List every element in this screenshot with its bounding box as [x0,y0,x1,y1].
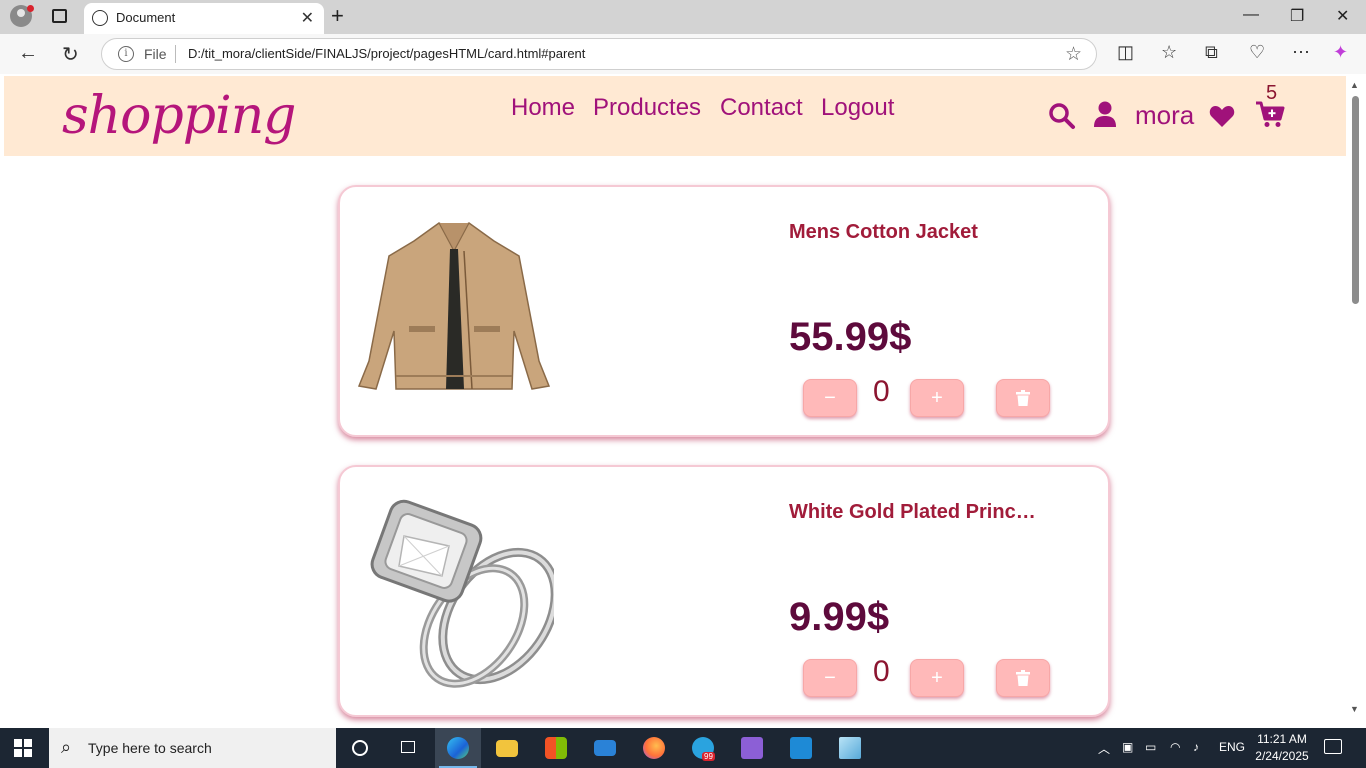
product-price: 9.99$ [789,595,890,639]
site-logo[interactable]: shopping [62,86,296,146]
scroll-thumb[interactable] [1352,96,1359,304]
volume-icon[interactable]: ♪ [1193,740,1199,754]
product-price: 55.99$ [789,315,912,359]
nav-link-contact[interactable]: Contact [720,94,803,122]
copilot-icon[interactable]: ✦ [1333,42,1348,63]
split-screen-icon[interactable]: ◫ [1117,42,1134,63]
collections-icon[interactable]: ⧉ [1205,42,1218,63]
task-view-icon[interactable] [385,728,431,768]
notepad-icon[interactable] [827,728,873,768]
notification-center-icon[interactable] [1324,739,1342,754]
nav-link-logout[interactable]: Logout [821,94,894,122]
nav-link-productes[interactable]: Productes [593,94,701,122]
close-window-icon[interactable]: ✕ [1336,6,1349,26]
decrease-quantity-button[interactable]: − [803,659,857,697]
quantity-value: 0 [873,375,890,408]
taskbar-search-box[interactable]: ⌕ Type here to search [49,728,336,768]
tab-actions-icon[interactable] [52,9,67,23]
page-viewport: shopping Home Productes Contact Logout m… [0,74,1366,728]
increase-quantity-button[interactable]: + [910,379,964,417]
windows-taskbar: ⌕ Type here to search 99 ︿ ▣ ▭ ◠ ♪ ENG 1… [0,728,1366,768]
product-title: Mens Cotton Jacket [789,221,978,243]
product-title: White Gold Plated Princ… [789,501,1036,523]
decrease-quantity-button[interactable]: − [803,379,857,417]
restore-icon[interactable]: ❐ [1290,6,1304,26]
search-icon: ⌕ [61,737,72,757]
info-icon[interactable]: i [118,46,134,62]
close-tab-icon[interactable]: ✕ [301,8,314,28]
more-menu-icon[interactable]: ⋯ [1292,42,1310,63]
language-indicator[interactable]: ENG [1219,740,1245,754]
site-header: shopping Home Productes Contact Logout m… [4,76,1346,156]
url-text[interactable]: D:/tit_mora/clientSide/FINALJS/project/p… [188,46,585,61]
heart-icon[interactable] [1209,104,1235,128]
store-icon[interactable] [533,728,579,768]
mail-icon[interactable] [582,728,628,768]
telegram-badge: 99 [702,752,715,761]
profile-notification-dot [27,5,34,12]
scroll-up-arrow-icon[interactable]: ▲ [1350,80,1359,90]
battery-icon[interactable]: ▭ [1145,740,1156,754]
favorite-star-icon[interactable]: ☆ [1065,43,1082,66]
search-icon[interactable] [1048,102,1076,130]
delete-item-button[interactable] [996,659,1050,697]
product-image-jacket[interactable] [354,211,554,411]
wifi-icon[interactable]: ◠ [1170,740,1180,754]
increase-quantity-button[interactable]: + [910,659,964,697]
reload-icon[interactable]: ↻ [62,42,79,67]
cart-item-card: Mens Cotton Jacket 55.99$ − 0 + [338,185,1110,437]
browser-essentials-icon[interactable]: ♡ [1249,42,1265,63]
favorites-icon[interactable]: ☆ [1161,42,1177,63]
cart-icon[interactable] [1255,100,1285,128]
plus-icon: + [931,667,943,689]
visual-studio-icon[interactable] [729,728,775,768]
user-icon[interactable] [1093,100,1117,128]
minimize-icon[interactable]: — [1243,6,1259,24]
show-hidden-icons-icon[interactable]: ︿ [1098,740,1110,757]
url-field[interactable]: i File D:/tit_mora/clientSide/FINALJS/pr… [101,38,1097,70]
scroll-down-arrow-icon[interactable]: ▼ [1350,704,1359,714]
vscode-icon[interactable] [778,728,824,768]
browser-tab-bar: Document ✕ + — ❐ ✕ [0,0,1366,34]
browser-tab-document[interactable]: Document ✕ [84,3,324,34]
trash-icon [1016,670,1030,686]
delete-item-button[interactable] [996,379,1050,417]
meet-now-icon[interactable]: ▣ [1122,740,1133,754]
windows-start-icon[interactable] [14,739,32,757]
globe-icon [92,10,108,26]
browser-address-bar: ← ↻ i File D:/tit_mora/clientSide/FINALJ… [0,34,1366,74]
url-divider [175,45,176,63]
trash-icon [1016,390,1030,406]
file-explorer-icon[interactable] [484,728,530,768]
back-arrow-icon[interactable]: ← [18,42,38,65]
minus-icon: − [824,667,836,689]
clock-time[interactable]: 11:21 AM [1255,732,1309,746]
page-scrollbar[interactable]: ▲ ▼ [1348,74,1362,720]
cortana-icon[interactable] [337,728,383,768]
product-image-ring[interactable] [354,491,554,691]
user-name[interactable]: mora [1135,100,1194,131]
search-placeholder: Type here to search [88,740,212,756]
new-tab-icon[interactable]: + [331,3,344,29]
firefox-icon[interactable] [631,728,677,768]
nav-link-home[interactable]: Home [511,94,575,122]
edge-taskbar-icon[interactable] [435,728,481,768]
plus-icon: + [931,387,943,409]
url-scheme-label: File [144,46,167,62]
telegram-icon[interactable]: 99 [680,728,726,768]
quantity-value: 0 [873,655,890,688]
clock-date[interactable]: 2/24/2025 [1251,749,1313,763]
tab-title: Document [116,10,176,25]
minus-icon: − [824,387,836,409]
cart-item-card: White Gold Plated Princ… 9.99$ − 0 + [338,465,1110,717]
